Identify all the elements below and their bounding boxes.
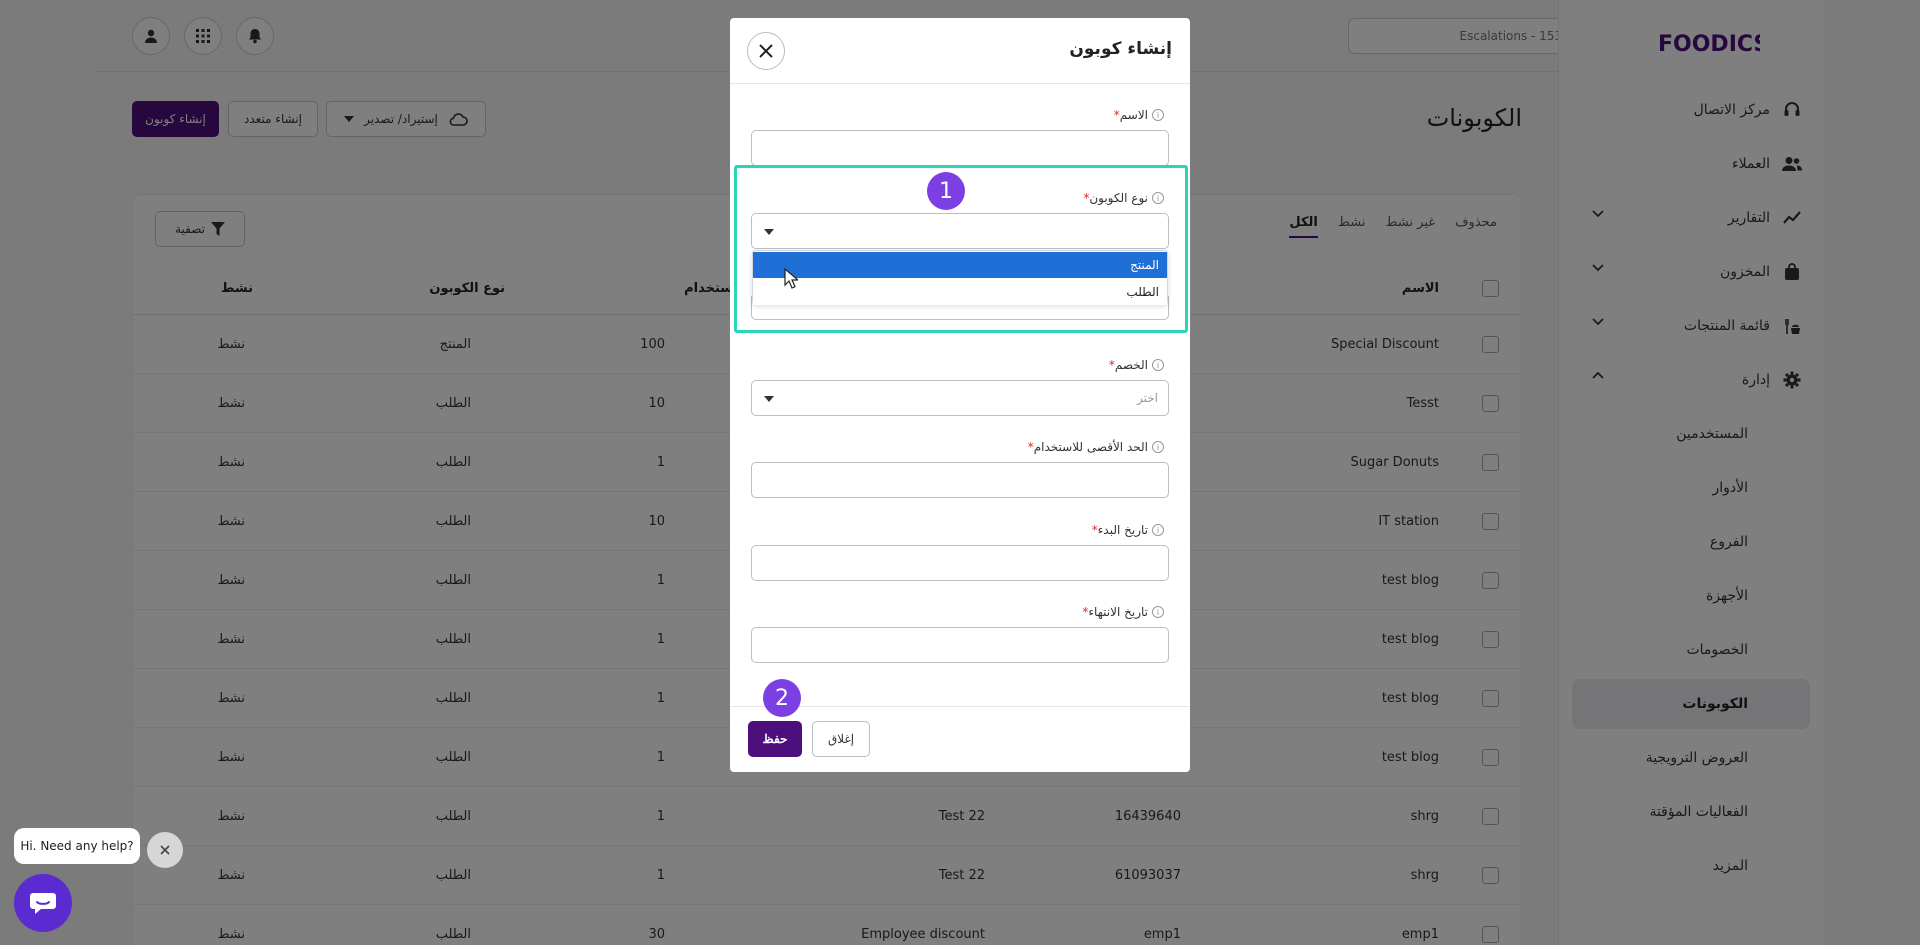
option-product[interactable]: المنتج [753,252,1167,278]
caret-down-icon [764,396,774,402]
modal-title: إنشاء كوبون [1069,39,1172,59]
info-icon: i [1152,441,1164,453]
end-date-label-text: تاريخ الانتهاء [1088,605,1148,619]
info-icon: i [1152,606,1164,618]
create-coupon-modal: إنشاء كوبون i الاسم* i نوع الكوبون* i ال… [730,18,1190,772]
end-date-input[interactable] [751,627,1169,663]
start-date-input[interactable] [751,545,1169,581]
end-date-field-label: i تاريخ الانتهاء* [1082,605,1170,619]
option-order[interactable]: الطلب [753,279,1167,305]
coupon-type-dropdown: المنتج الطلب [752,250,1168,305]
name-input[interactable] [751,130,1169,166]
save-button[interactable]: حفظ [748,721,802,757]
info-icon: i [1152,359,1164,371]
start-date-field-label: i تاريخ البدء* [1092,523,1170,537]
close-icon [160,845,170,855]
info-icon: i [1152,109,1164,121]
chat-icon [30,893,56,914]
modal-header: إنشاء كوبون [730,18,1190,84]
start-date-label-text: تاريخ البدء [1097,523,1148,537]
coupon-type-select[interactable] [751,213,1169,249]
name-label-text: الاسم [1119,108,1148,122]
discount-field-label: i الخصم* [1109,358,1170,372]
discount-label-text: الخصم [1114,358,1148,372]
step-badge-1: 1 [927,172,965,210]
caret-down-icon [764,229,774,235]
max-usage-label-text: الحد الأقصى للاستخدام [1033,440,1148,454]
max-usage-field-label: i الحد الأقصى للاستخدام* [1028,440,1170,454]
modal-close-button[interactable] [747,32,785,70]
chat-dismiss-button[interactable] [147,832,183,868]
chat-launcher-button[interactable] [14,874,72,932]
close-button[interactable]: إغلاق [812,721,870,757]
modal-footer: حفظ إغلاق [730,706,1190,772]
chat-greeting[interactable]: Hi. Need any help? [14,828,140,864]
name-field-label: i الاسم* [1114,108,1170,122]
coupon-type-label-text: نوع الكوبون [1089,191,1148,205]
discount-select[interactable]: اختر [751,380,1169,416]
close-icon [759,44,773,58]
info-icon: i [1152,192,1164,204]
discount-placeholder: اختر [1137,391,1158,405]
step-badge-2: 2 [763,679,801,717]
max-usage-input[interactable] [751,462,1169,498]
info-icon: i [1152,524,1164,536]
mouse-cursor-icon [784,268,798,289]
coupon-type-field-label: i نوع الكوبون* [1083,191,1170,205]
